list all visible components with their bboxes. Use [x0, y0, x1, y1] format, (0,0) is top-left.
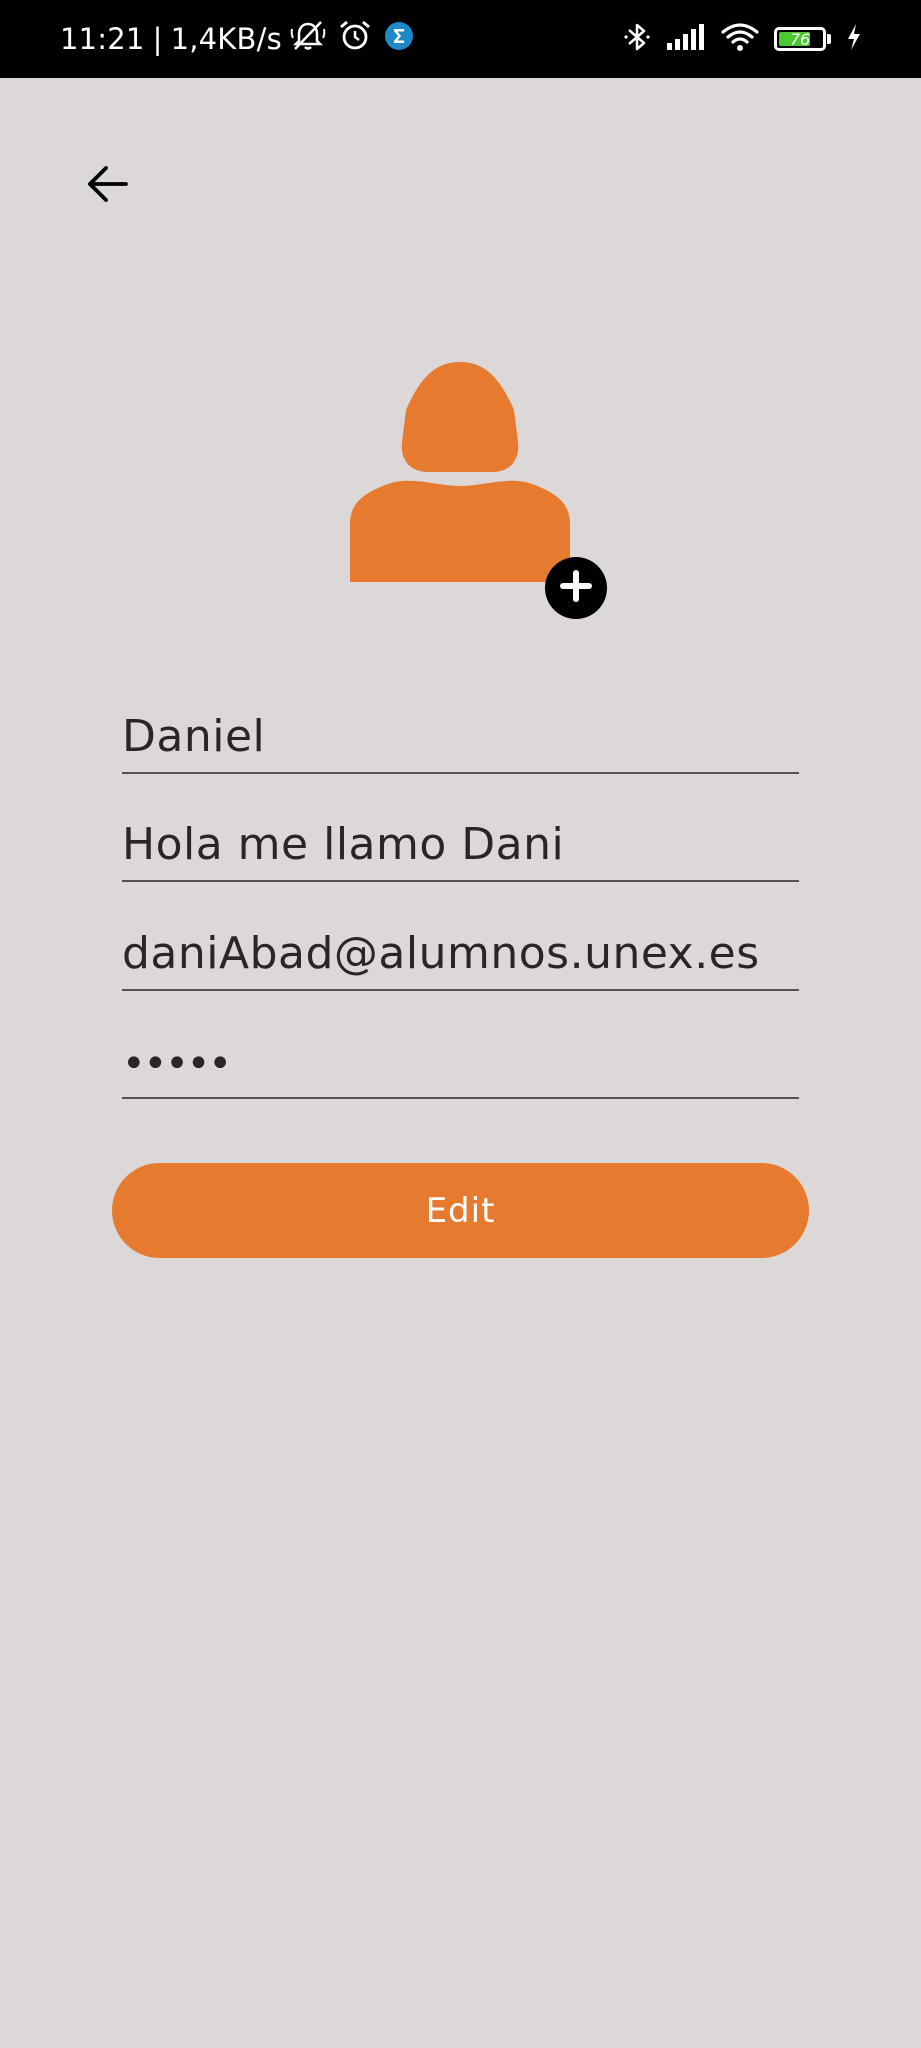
description-input[interactable] [122, 819, 799, 870]
status-bar: 11:21 | 1,4KB/s 76 [0, 0, 921, 78]
password-input[interactable] [122, 1041, 799, 1087]
arrow-left-icon [86, 164, 130, 208]
email-field[interactable] [122, 917, 799, 991]
plus-icon [559, 569, 593, 607]
network-speed: 1,4KB/s [170, 22, 282, 56]
wifi-icon [720, 21, 760, 57]
sigma-app-icon [384, 21, 414, 58]
profile-avatar[interactable] [350, 360, 570, 582]
bluetooth-icon [622, 20, 652, 58]
status-time: 11:21 [60, 22, 145, 56]
description-field[interactable] [122, 808, 799, 882]
status-left: 11:21 | 1,4KB/s [60, 0, 414, 78]
signal-icon [666, 22, 706, 56]
alarm-icon [338, 19, 372, 60]
user-silhouette-icon [350, 362, 570, 586]
battery-level: 76 [789, 29, 811, 49]
email-input[interactable] [122, 928, 799, 979]
back-button[interactable] [78, 156, 138, 216]
charging-icon [845, 22, 863, 56]
edit-button[interactable]: Edit [112, 1163, 809, 1258]
password-field[interactable] [122, 1025, 799, 1099]
name-field[interactable] [122, 700, 799, 774]
battery-tip [827, 34, 831, 44]
battery-indicator: 76 [774, 27, 831, 51]
status-right: 76 [622, 0, 863, 78]
status-separator: | [152, 22, 163, 56]
add-photo-button[interactable] [545, 557, 607, 619]
battery-icon: 76 [774, 27, 826, 51]
mute-notifications-icon [290, 19, 326, 60]
name-input[interactable] [122, 711, 799, 762]
